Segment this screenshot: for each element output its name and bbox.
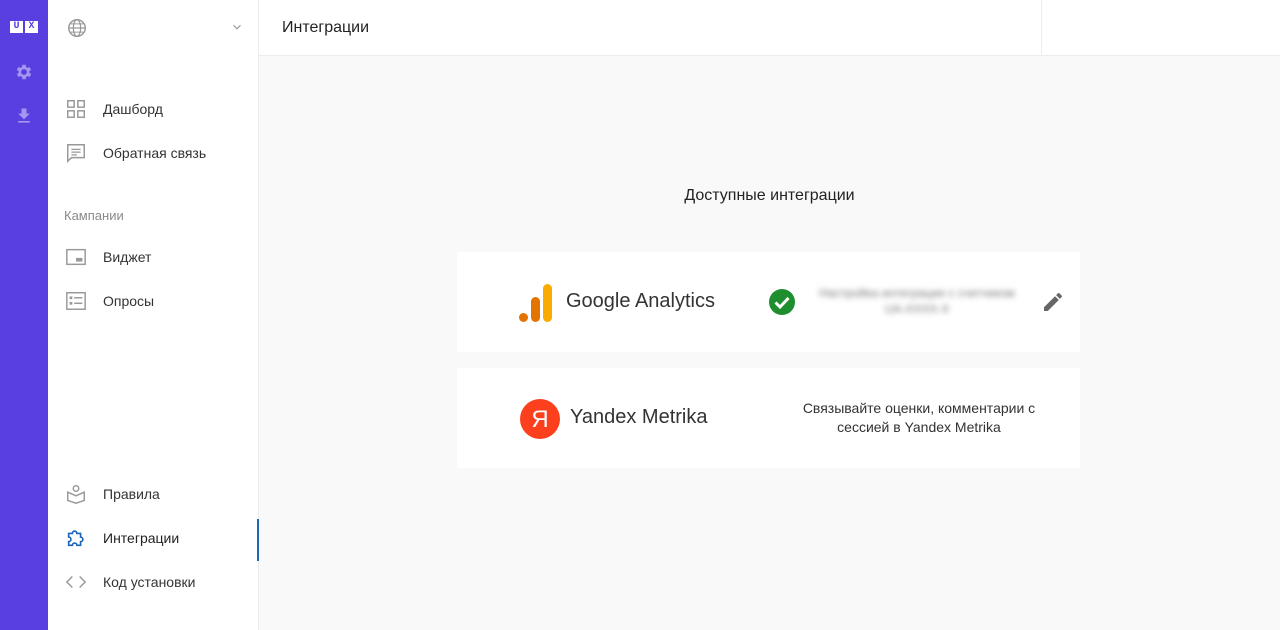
sidebar-item-label: Правила bbox=[103, 486, 160, 502]
section-heading: Доступные интеграции bbox=[684, 187, 855, 204]
integration-name: Google Analytics bbox=[566, 290, 715, 312]
section-title-campaigns: Кампании bbox=[64, 208, 124, 223]
sidebar: Дашборд Обратная связь Кампании Виджет О… bbox=[48, 0, 259, 630]
chevron-down-icon[interactable] bbox=[230, 20, 244, 34]
sidebar-item-dashboard[interactable]: Дашборд bbox=[48, 90, 259, 126]
sidebar-item-install-code[interactable]: Код установки bbox=[48, 563, 259, 599]
integration-description: Настройка интеграции с счетчиком UA-XXXX… bbox=[819, 286, 1015, 316]
sidebar-item-label: Код установки bbox=[103, 574, 196, 590]
edit-pencil-icon[interactable] bbox=[1041, 290, 1065, 314]
app-logo[interactable]: U X bbox=[10, 21, 38, 33]
page-header: Интеграции bbox=[259, 0, 1280, 56]
sidebar-item-label: Интеграции bbox=[103, 530, 180, 546]
integration-card-google-analytics[interactable]: Google Analytics Настройка интеграции с … bbox=[457, 252, 1080, 352]
sidebar-item-surveys[interactable]: Опросы bbox=[48, 282, 259, 318]
sidebar-item-widget[interactable]: Виджет bbox=[48, 238, 259, 274]
sidebar-item-integrations[interactable]: Интеграции bbox=[48, 519, 259, 561]
grid-icon bbox=[67, 100, 85, 118]
main-content: Доступные интеграции Google Analytics На… bbox=[259, 56, 1280, 630]
download-icon[interactable] bbox=[14, 106, 34, 126]
integration-card-yandex-metrika[interactable]: Я Yandex Metrika Связывайте оценки, комм… bbox=[457, 368, 1080, 468]
code-icon bbox=[65, 575, 87, 589]
globe-icon bbox=[68, 19, 86, 37]
check-circle-icon bbox=[769, 289, 795, 315]
google-analytics-logo-icon bbox=[519, 284, 552, 322]
widget-icon bbox=[66, 248, 86, 266]
page-title: Интеграции bbox=[282, 19, 370, 36]
sidebar-item-label: Виджет bbox=[103, 249, 152, 265]
workspace-selector[interactable] bbox=[66, 17, 244, 39]
sidebar-item-rules[interactable]: Правила bbox=[48, 475, 259, 511]
integration-description: Связывайте оценки, комментарии с сессией… bbox=[802, 400, 1036, 435]
sidebar-item-label: Дашборд bbox=[103, 101, 163, 117]
settings-icon[interactable] bbox=[14, 62, 34, 82]
app-rail: U X bbox=[0, 0, 48, 630]
yandex-logo-icon: Я bbox=[520, 399, 560, 439]
puzzle-icon bbox=[67, 530, 84, 547]
sidebar-item-label: Обратная связь bbox=[103, 145, 207, 161]
logo-letter-x: X bbox=[25, 21, 38, 33]
rules-icon bbox=[67, 485, 85, 504]
message-icon bbox=[67, 144, 85, 164]
survey-icon bbox=[66, 292, 86, 310]
sidebar-item-feedback[interactable]: Обратная связь bbox=[48, 134, 259, 170]
sidebar-item-label: Опросы bbox=[103, 293, 155, 309]
logo-letter-u: U bbox=[10, 21, 23, 33]
header-divider bbox=[1041, 0, 1042, 56]
svg-text:Я: Я bbox=[531, 406, 548, 433]
integration-name: Yandex Metrika bbox=[570, 406, 708, 428]
